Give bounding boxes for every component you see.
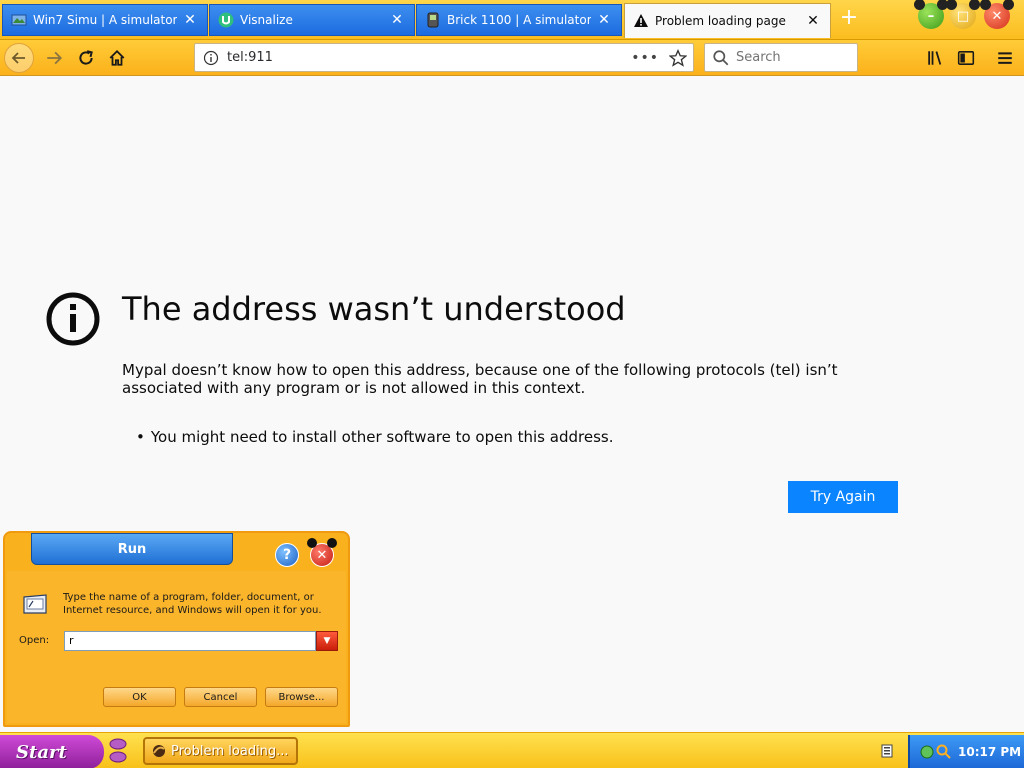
search-tray-icon[interactable]	[936, 744, 952, 760]
error-title: The address wasn’t understood	[122, 290, 626, 328]
maximize-button[interactable]: □	[946, 0, 980, 29]
network-icon[interactable]	[920, 745, 934, 759]
run-dialog-title: Run	[31, 533, 233, 565]
run-program-icon	[23, 594, 47, 614]
minimize-button[interactable]: –	[914, 0, 948, 29]
home-button[interactable]	[101, 42, 133, 74]
reload-button[interactable]	[70, 42, 102, 74]
tab-visnalize[interactable]: Visnalize ✕	[209, 4, 415, 36]
search-bar[interactable]	[704, 43, 858, 72]
library-icon	[928, 51, 942, 65]
chevron-down-icon: ▼	[323, 636, 331, 646]
navigation-toolbar: tel:911 •••	[0, 40, 1024, 76]
visnalize-logo-icon	[218, 12, 234, 28]
warning-icon	[634, 14, 648, 27]
try-again-button[interactable]: Try Again	[788, 481, 898, 513]
taskbar: Start Problem loading... 10:17 PM	[0, 732, 1024, 768]
tab-strip: Win7 Simu | A simulator ... ✕ Visnalize …	[0, 0, 1024, 40]
url-bar[interactable]: tel:911 •••	[194, 43, 694, 72]
run-dialog-body: Type the name of a program, folder, docu…	[7, 571, 346, 723]
globe-icon	[11, 14, 27, 26]
back-button[interactable]	[3, 42, 35, 74]
forward-arrow-icon	[47, 51, 63, 65]
forward-button[interactable]	[38, 42, 70, 74]
tab-close-icon[interactable]: ✕	[595, 12, 613, 28]
page-actions-icon[interactable]: •••	[631, 50, 659, 66]
new-tab-button[interactable]: +	[836, 6, 862, 32]
tab-label: Visnalize	[240, 13, 293, 27]
close-icon: ✕	[991, 8, 1003, 24]
open-label: Open:	[19, 635, 50, 646]
tab-win7-simu[interactable]: Win7 Simu | A simulator ... ✕	[2, 4, 208, 36]
tab-label: Brick 1100 | A simulator ...	[447, 13, 591, 27]
back-arrow-icon	[4, 43, 34, 73]
open-dropdown-button[interactable]: ▼	[316, 631, 338, 651]
system-tray: 10:17 PM	[908, 735, 1024, 768]
run-dialog-titlebar[interactable]: Run ? ✕	[5, 533, 348, 569]
reload-icon	[79, 50, 93, 65]
cancel-button[interactable]: Cancel	[184, 687, 257, 707]
tab-brick-1100[interactable]: Brick 1100 | A simulator ... ✕	[416, 4, 622, 36]
start-button[interactable]: Start	[0, 735, 104, 768]
tab-close-icon[interactable]: ✕	[804, 13, 822, 29]
search-input[interactable]	[736, 50, 846, 65]
run-dialog-description: Type the name of a program, folder, docu…	[63, 592, 322, 616]
home-icon	[109, 49, 125, 66]
bookmark-star-icon[interactable]	[669, 48, 687, 67]
sidebar-button[interactable]	[950, 42, 982, 74]
error-suggestions: You might need to install other software…	[136, 428, 614, 446]
start-decoration-icon	[109, 738, 127, 763]
tab-label: Problem loading page	[655, 14, 786, 28]
keyboard-layout-icon[interactable]	[880, 741, 894, 761]
info-circle-icon	[46, 292, 100, 346]
phone-icon	[427, 12, 439, 28]
menu-button[interactable]	[989, 42, 1021, 74]
tab-close-icon[interactable]: ✕	[388, 12, 406, 28]
tab-close-icon[interactable]: ✕	[181, 12, 199, 28]
close-window-button[interactable]: ✕	[980, 0, 1014, 29]
info-icon[interactable]	[203, 50, 219, 66]
error-description: Mypal doesn’t know how to open this addr…	[122, 361, 838, 397]
taskbar-item-browser[interactable]: Problem loading...	[143, 737, 298, 765]
help-button[interactable]: ?	[275, 543, 299, 567]
ok-button[interactable]: OK	[103, 687, 176, 707]
search-icon	[713, 49, 729, 65]
tab-problem-loading[interactable]: Problem loading page ✕	[624, 3, 831, 38]
url-text[interactable]: tel:911	[227, 50, 631, 65]
browser-app-icon	[153, 745, 165, 757]
maximize-icon: □	[956, 8, 970, 24]
tab-label: Win7 Simu | A simulator ...	[33, 13, 177, 27]
clock[interactable]: 10:17 PM	[958, 745, 1021, 759]
browse-button[interactable]: Browse...	[265, 687, 338, 707]
error-suggestion-item: You might need to install other software…	[136, 428, 614, 446]
sidebar-icon	[957, 51, 975, 65]
minimize-icon: –	[927, 8, 935, 24]
library-button[interactable]	[919, 42, 951, 74]
hamburger-menu-icon	[998, 52, 1012, 64]
open-command-input[interactable]: r	[64, 631, 316, 651]
run-dialog: Run ? ✕ Type the name of a program, fold…	[3, 531, 350, 727]
taskbar-item-label: Problem loading...	[171, 743, 289, 759]
close-dialog-button[interactable]: ✕	[307, 538, 337, 567]
